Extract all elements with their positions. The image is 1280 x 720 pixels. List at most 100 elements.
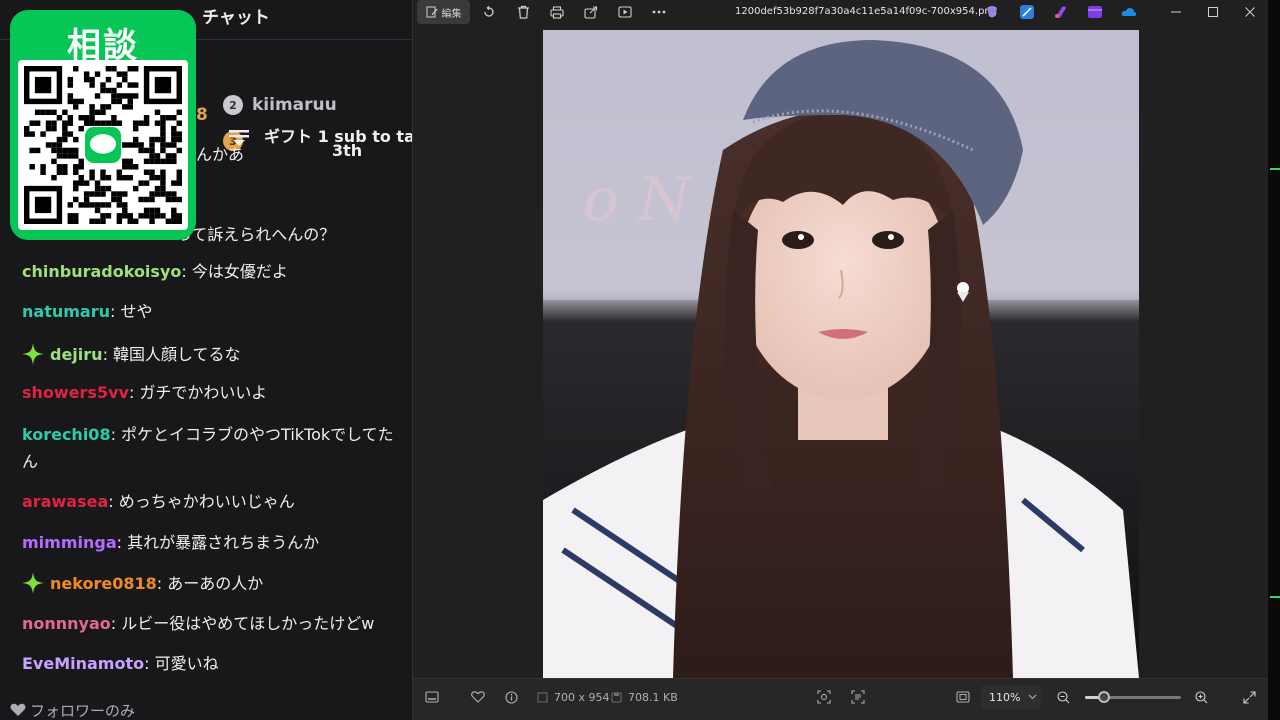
maximize-icon[interactable] (1205, 4, 1221, 20)
share-button[interactable] (581, 0, 601, 24)
chat-text: : あーあの人か (156, 574, 264, 593)
image-dimensions: 700 x 954 (537, 679, 610, 715)
filmstrip-icon (425, 691, 439, 703)
zoom-out-icon (1057, 690, 1070, 703)
chat-username[interactable]: korechi08 (22, 425, 111, 444)
chat-partial-line: って訴えられへんの？ (176, 225, 336, 244)
chat-message: nonnnyao: ルビー役はやめてほしかったけどw (22, 614, 374, 634)
chat-message: dejiru: 韓国人顔してるな (22, 343, 241, 365)
displayed-photo[interactable]: o N a (543, 30, 1139, 678)
zoom-slider-thumb[interactable] (1098, 691, 1111, 703)
filmstrip-button[interactable] (425, 679, 439, 715)
fullscreen-button[interactable] (1243, 679, 1256, 715)
image-canvas[interactable]: o N a (413, 24, 1269, 678)
dimensions-text: 700 x 954 (554, 690, 610, 704)
portrait-photo: o N a (543, 30, 1139, 678)
chat-username[interactable]: nekore0818 (50, 574, 157, 593)
chat-username[interactable]: showers5vv (22, 383, 129, 402)
chat-message: showers5vv: ガチでかわいいよ (22, 383, 267, 403)
chat-username[interactable]: natumaru (22, 302, 110, 321)
trash-icon (517, 5, 529, 19)
onedrive-icon[interactable] (1121, 4, 1137, 20)
text-scan-icon (851, 690, 865, 704)
chat-panel: チャット 8 2 kiimaruu 3 ギフト 1 sub to tal 3th… (0, 0, 412, 720)
chat-text: : ガチでかわいいよ (128, 383, 268, 402)
disk-icon (611, 692, 622, 702)
text-extract-button[interactable] (851, 679, 865, 715)
print-icon (550, 5, 564, 19)
chat-title: チャット (202, 8, 270, 28)
image-size-icon (537, 692, 548, 702)
info-icon (505, 690, 518, 704)
paint-icon[interactable] (1053, 4, 1069, 20)
leaderboard-gift-text-2: 3th (332, 141, 363, 160)
edit-label: 編集 (441, 8, 462, 20)
print-button[interactable] (547, 0, 567, 24)
chat-message: natumaru: せや (22, 302, 152, 322)
chat-text: : ポケとイコラブのやつTikTokでしてた (110, 425, 394, 444)
file-info-button[interactable] (505, 679, 518, 715)
minimize-icon[interactable] (1168, 4, 1184, 20)
zoom-level-dropdown[interactable]: 110% (981, 685, 1041, 709)
chat-message: mimminga: 其れが暴露されちまうんか (22, 533, 319, 553)
chat-username[interactable]: EveMinamoto (22, 654, 144, 673)
edit-icon (426, 6, 437, 18)
chat-text: : 其れが暴露されちまうんか (116, 533, 320, 552)
favorite-button[interactable] (471, 679, 485, 715)
file-name: 1200def53b928f7a30a4c11e5a14f09c-700x954… (735, 6, 998, 17)
line-consult-overlay: 相談 (10, 10, 196, 240)
heart-icon (10, 703, 26, 716)
zoom-in-icon (1195, 690, 1208, 703)
leaderboard-user[interactable]: kiimaruu (252, 95, 337, 115)
chat-message-continuation: ん (22, 452, 38, 472)
zoom-in-button[interactable] (1195, 679, 1208, 715)
clipchamp-icon[interactable] (1087, 4, 1103, 20)
chat-message: nekore0818: あーあの人か (22, 572, 263, 594)
rotate-button[interactable] (479, 0, 499, 24)
designer-icon[interactable] (1019, 4, 1035, 20)
sparkle-icon (22, 343, 44, 365)
chat-username[interactable]: mimminga (22, 533, 117, 552)
delete-button[interactable] (513, 0, 533, 24)
zoom-out-button[interactable] (1057, 679, 1070, 715)
file-size-text: 708.1 KB (628, 690, 678, 704)
chat-text: : 可愛いね (144, 654, 219, 673)
edit-button[interactable]: 編集 (417, 0, 470, 24)
rank-2-badge: 2 (223, 95, 243, 115)
chat-username[interactable]: arawasea (22, 492, 108, 511)
zoom-level-text: 110% (989, 690, 1021, 704)
viewer-status-bar: 700 x 954 708.1 KB 110% (413, 678, 1269, 720)
visual-search-icon (817, 690, 831, 704)
chat-text: ん (22, 452, 39, 471)
chat-username[interactable]: nonnnyao (22, 614, 111, 633)
chat-username[interactable]: chinburadokoisyo (22, 262, 181, 281)
zoom-slider[interactable] (1085, 691, 1181, 703)
chat-username[interactable]: dejiru (50, 345, 103, 364)
close-icon[interactable] (1242, 4, 1258, 20)
copilot-icon[interactable] (984, 4, 1000, 20)
chat-text: : せや (109, 302, 153, 321)
chat-message: chinburadokoisyo: 今は女優だよ (22, 262, 288, 282)
more-options-button[interactable] (649, 0, 669, 24)
fit-to-window-button[interactable] (956, 679, 970, 715)
slideshow-button[interactable] (615, 0, 635, 24)
chat-message: korechi08: ポケとイコラブのやつTikTokでしてた (22, 425, 394, 445)
viewer-toolbar: 編集 1200def53b928f7a30a4c11e5a14f09c-700x… (413, 0, 1269, 24)
sparkle-icon (22, 572, 44, 594)
visual-search-button[interactable] (817, 679, 831, 715)
chat-text: : めっちゃかわいいじゃん (108, 492, 295, 511)
chevron-down-icon (1029, 694, 1037, 700)
chat-message: EveMinamoto: 可愛いね (22, 654, 219, 674)
qr-code (18, 60, 188, 230)
chat-partial-line: んかあ (196, 145, 245, 164)
followers-only-mode: フォロワーのみ (10, 700, 135, 720)
chat-message: arawasea: めっちゃかわいいじゃん (22, 492, 295, 512)
share-icon (584, 5, 598, 19)
expand-icon (1243, 690, 1256, 704)
leaderboard-partial-count: 8 (196, 105, 208, 125)
file-size: 708.1 KB (611, 679, 678, 715)
heart-outline-icon (471, 691, 485, 703)
image-viewer-window: 編集 1200def53b928f7a30a4c11e5a14f09c-700x… (412, 0, 1269, 720)
more-icon (652, 10, 666, 14)
fit-window-icon (956, 691, 970, 703)
